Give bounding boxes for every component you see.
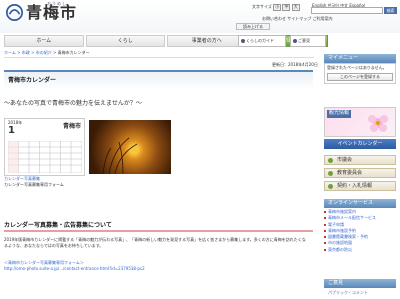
search-button[interactable]: 検索 [384, 7, 397, 14]
sitemap-link[interactable]: サイトマップ [287, 16, 311, 21]
breadcrumb: ホーム > 市政 > 市の紹介 > 青梅市カレンダー [4, 50, 314, 58]
category-kyoiku-label: 教育委員会 [337, 170, 363, 176]
flower-icon [368, 115, 388, 132]
calendar-grid [8, 141, 82, 173]
calendar-photo [89, 120, 171, 174]
section-heading: カレンダー写真募集・広告募集について [4, 220, 313, 232]
text-size-mid-button[interactable]: 中 [282, 4, 291, 11]
mail-icon [293, 39, 297, 43]
guide-icon [241, 39, 245, 43]
page-title: 青梅市カレンダー [8, 77, 57, 84]
logo-title[interactable]: 青梅市 [26, 3, 77, 22]
breadcrumb-intro[interactable]: 市の紹介 [36, 50, 52, 55]
breadcrumb-shisei[interactable]: 市政 [22, 50, 30, 55]
nav-business[interactable]: 事業者の方へ [167, 35, 247, 47]
category-keiyaku-label: 契約・入札情報 [337, 183, 373, 189]
sidebar-my-menu: マイメニュー 登録されたページはありません。 このページを登録する [324, 52, 396, 84]
goiken-label: ご意見 [298, 38, 310, 43]
catchphrase: ～あなたの写真で青梅市の魅力を伝えませんか？～ [4, 100, 142, 107]
guide-link[interactable]: ご利用案内 [313, 16, 333, 21]
online-service-heading: オンラインサービス [324, 199, 396, 208]
breadcrumb-home[interactable]: ホーム [4, 50, 16, 55]
updated-date: 更新日：2018年4月20日 [272, 62, 318, 67]
kyoiku-icon [328, 171, 333, 176]
form-link[interactable]: ＜青梅市カレンダー写真募集専用フォーム＞ [4, 260, 84, 266]
breadcrumb-current: 青梅市カレンダー [57, 50, 90, 55]
pampas-grass-silhouette [102, 137, 138, 174]
category-kyoiku[interactable]: 教育委員会 [324, 168, 396, 178]
category-gikai[interactable]: 市議会 [324, 155, 396, 165]
goiken-button[interactable]: ご意見 [290, 35, 326, 47]
speech-button[interactable]: 読み上げる [236, 23, 270, 30]
utility-links: お問い合わせ サイトマップ ご利用案内 [262, 16, 333, 22]
contact-link[interactable]: お問い合わせ [262, 16, 286, 21]
tourism-banner[interactable]: 観光情報 [324, 107, 396, 137]
opinion-heading: ご意見 [324, 279, 396, 288]
my-menu-box: 登録されたページはありません。 このページを登録する [324, 63, 396, 84]
my-menu-heading: マイメニュー [324, 54, 396, 63]
my-menu-register-button[interactable]: このページを登録する [327, 72, 393, 81]
keiyaku-icon [328, 184, 333, 189]
nav-home[interactable]: ホーム [4, 35, 84, 47]
nav-kurashi[interactable]: くらし [85, 35, 165, 47]
title-band: 青梅市カレンダー [4, 70, 313, 90]
text-size-large-button[interactable]: 大 [291, 4, 300, 11]
search-input[interactable] [311, 7, 383, 14]
city-emblem-icon[interactable] [6, 4, 23, 21]
public-comment-link[interactable]: パブリック・コメント [328, 290, 368, 296]
online-service-list: 青梅市施設案内 青梅市メール配信サービス 電子申請 青梅市施設予約 図書館蔵書検… [324, 209, 396, 253]
tourism-label: 観光情報 [327, 110, 352, 118]
calendar-brand: 青梅市 [63, 123, 82, 130]
calendar-caption-form: カレンダー写真募集専用フォーム [4, 182, 64, 187]
gikai-icon [328, 158, 333, 163]
body-paragraph: 2019年版青梅市カレンダーに掲載する「青梅の魅力が伝わる写真」、「青梅の新しい… [4, 237, 306, 248]
text-size-label: 文字サイズ [252, 4, 272, 9]
calendar-image: 2018年 1 青梅市 [4, 118, 85, 176]
site-header: おうめし 青梅市 文字サイズ 小 中 大 English 한국어 中文 Espa… [0, 0, 400, 33]
text-size-controls: 文字サイズ 小 中 大 [252, 4, 300, 11]
calendar-caption-link[interactable]: カレンダー写真募集 [4, 176, 40, 182]
calendar-month: 1 [8, 125, 15, 136]
category-keiyaku[interactable]: 契約・入札情報 [324, 181, 396, 191]
section-heading-text: カレンダー写真募集・広告募集について [4, 222, 112, 229]
kurashi-guide-button[interactable]: くらしのガイド [238, 35, 286, 47]
category-gikai-label: 市議会 [337, 157, 353, 163]
event-calendar-button[interactable]: イベントカレンダー [324, 139, 396, 149]
text-size-small-button[interactable]: 小 [273, 4, 282, 11]
online-item[interactable]: 東京都の防災 [324, 247, 396, 253]
my-menu-text: 登録されたページはありません。 [327, 65, 387, 70]
form-url-link[interactable]: http://omo-photo.suite-a.jp/.../contact-… [4, 266, 145, 272]
kurashi-guide-label: くらしのガイド [246, 38, 274, 43]
